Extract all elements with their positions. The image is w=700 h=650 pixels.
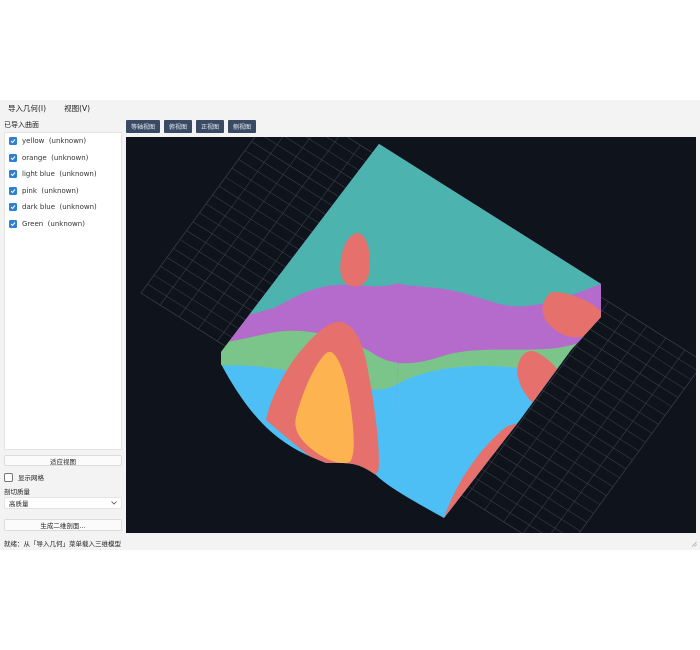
surface-name: dark blue xyxy=(22,203,56,212)
sidebar: 已导入曲面 yellow (unknown) orange (unknown) … xyxy=(0,116,126,536)
chevron-down-icon xyxy=(111,499,117,507)
isometric-view-button[interactable]: 等轴视图 xyxy=(126,120,161,133)
section-quality-title: 剖切质量 xyxy=(4,488,30,496)
surface-status: (unknown) xyxy=(59,170,97,179)
surface-name: Green xyxy=(22,219,44,228)
checkbox-checked-icon[interactable] xyxy=(9,219,17,228)
surface-status: (unknown) xyxy=(51,153,89,162)
menu-view[interactable]: 视图(V) xyxy=(64,103,90,114)
top-view-button[interactable]: 俯视图 xyxy=(164,120,193,133)
section-quality-select[interactable]: 高质量 xyxy=(4,497,122,509)
checkbox-checked-icon[interactable] xyxy=(9,137,17,146)
show-mesh-label: 显示网格 xyxy=(18,474,44,482)
surface-status: (unknown) xyxy=(48,137,87,146)
surface-name: orange xyxy=(22,153,47,162)
imported-surfaces-title: 已导入曲面 xyxy=(4,121,39,129)
side-view-button[interactable]: 侧视图 xyxy=(228,120,257,133)
menu-bar: 导入几何(I) 视图(V) xyxy=(0,100,700,116)
surface-name: yellow xyxy=(22,137,45,146)
3d-viewport[interactable] xyxy=(126,137,696,533)
surface-item-pink[interactable]: pink (unknown) xyxy=(5,183,121,200)
surface-status: (unknown) xyxy=(47,219,85,228)
quality-value: 高质量 xyxy=(9,500,29,508)
show-mesh-row[interactable]: 显示网格 xyxy=(4,472,44,482)
fit-view-button[interactable]: 适应视图 xyxy=(4,455,122,466)
surface-status: (unknown) xyxy=(41,186,79,195)
surface-item-yellow[interactable]: yellow (unknown) xyxy=(5,133,121,150)
view-toolbar: 等轴视图 俯视图 正视图 侧视图 xyxy=(126,120,257,133)
generate-2d-section-button[interactable]: 生成二维剖面... xyxy=(4,519,122,531)
surface-name: pink xyxy=(22,186,37,195)
surface-status: (unknown) xyxy=(59,203,97,212)
3d-scene xyxy=(140,137,696,533)
status-bar: 就绪：从「导入几何」菜单载入三维模型 xyxy=(4,540,121,548)
checkbox-checked-icon[interactable] xyxy=(9,203,17,212)
surface-list: yellow (unknown) orange (unknown) light … xyxy=(4,132,122,450)
surface-item-light-blue[interactable]: light blue (unknown) xyxy=(5,166,121,183)
surface-item-green[interactable]: Green (unknown) xyxy=(5,216,121,233)
checkbox-checked-icon[interactable] xyxy=(9,170,17,179)
checkbox-checked-icon[interactable] xyxy=(9,186,17,195)
surface-name: light blue xyxy=(22,170,55,179)
menu-import-geometry[interactable]: 导入几何(I) xyxy=(8,103,46,114)
resize-grip-icon[interactable] xyxy=(691,541,697,547)
surface-item-orange[interactable]: orange (unknown) xyxy=(5,150,121,167)
front-view-button[interactable]: 正视图 xyxy=(196,120,225,133)
show-mesh-checkbox[interactable] xyxy=(4,472,13,482)
surface-item-dark-blue[interactable]: dark blue (unknown) xyxy=(5,199,121,216)
checkbox-checked-icon[interactable] xyxy=(9,153,17,162)
app-window: 导入几何(I) 视图(V) 已导入曲面 yellow (unknown) ora… xyxy=(0,100,700,550)
